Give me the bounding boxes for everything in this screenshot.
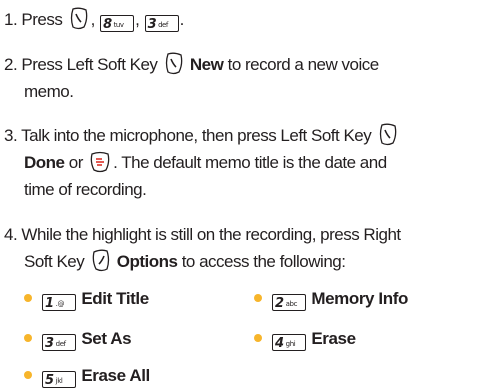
key-digit: 8: [103, 17, 112, 32]
option-erase-all: 5 jkl Erase All: [24, 362, 150, 389]
key-5-icon: 5 jkl: [42, 371, 76, 388]
option-erase: 4 ghi Erase: [254, 325, 356, 352]
manual-page: 1. Press , 8 tuv, 3 def. 2. Press Left Sof…: [0, 0, 479, 391]
step-1: 1. Press , 8 tuv, 3 def.: [4, 6, 474, 33]
step-text: to access the following:: [181, 252, 346, 271]
key-3-icon: 3 def: [144, 15, 179, 32]
step-line: Soft Key Options to access the following…: [4, 248, 474, 275]
option-label: Erase All: [81, 366, 150, 385]
right-soft-key-icon: [92, 249, 109, 272]
step-text: to record a new voice: [227, 55, 380, 74]
step-text: or: [68, 153, 84, 172]
key-3-icon: 3 def: [42, 334, 76, 351]
option-label: Set As: [81, 329, 132, 348]
key-letters: .@: [55, 300, 65, 308]
left-soft-key-icon: [165, 52, 182, 75]
key-letters: ghi: [285, 340, 296, 348]
end-key-icon: [90, 151, 110, 173]
step-text: Soft Key: [24, 252, 85, 271]
step-number: 1.: [4, 10, 18, 29]
period: .: [179, 10, 185, 29]
step-number: 4.: [4, 225, 18, 244]
soft-key-label-options: Options: [116, 252, 178, 271]
step-text: Press Left Soft Key: [21, 55, 158, 74]
comma: ,: [90, 10, 96, 29]
bullet-icon: [24, 294, 32, 302]
step-4: 4. While the highlight is still on the r…: [4, 221, 474, 275]
key-letters: tuv: [113, 21, 124, 29]
option-edit-title: 1 .@ Edit Title: [24, 285, 149, 312]
option-set-as: 3 def Set As: [24, 325, 132, 352]
comma: ,: [135, 10, 140, 29]
step-text: time of recording.: [24, 180, 147, 199]
bullet-icon: [254, 334, 262, 342]
key-digit: 3: [45, 336, 54, 351]
option-memory-info: 2 abc Memory Info: [254, 285, 408, 312]
key-letters: def: [158, 21, 168, 29]
step-2: 2. Press Left Soft Key New to record a n…: [4, 51, 474, 105]
soft-key-label-new: New: [189, 55, 224, 74]
step-line: Done or . The default memo title is the …: [4, 149, 474, 176]
key-4-icon: 4 ghi: [272, 334, 306, 351]
left-soft-key-icon: [70, 7, 87, 30]
left-soft-key-icon: [379, 123, 396, 146]
key-letters: def: [55, 340, 66, 348]
step-text: Press: [21, 10, 63, 29]
key-digit: 1: [45, 296, 54, 311]
key-2-icon: 2 abc: [272, 294, 306, 311]
step-text: . The default memo title is the date and: [113, 153, 387, 172]
key-letters: jkl: [55, 377, 63, 385]
key-digit: 3: [147, 17, 157, 32]
key-digit: 2: [275, 296, 284, 311]
key-digit: 5: [45, 373, 54, 388]
bullet-icon: [254, 294, 262, 302]
key-1-icon: 1 .@: [42, 294, 76, 311]
soft-key-label-done: Done: [24, 153, 65, 172]
option-label: Erase: [311, 329, 356, 348]
bullet-icon: [24, 334, 32, 342]
step-number: 2.: [4, 55, 18, 74]
option-label: Memory Info: [311, 289, 408, 308]
step-3: 3. Talk into the microphone, then press …: [4, 122, 474, 203]
key-letters: abc: [285, 300, 298, 308]
step-text: Talk into the microphone, then press Lef…: [21, 126, 372, 145]
step-text: While the highlight is still on the reco…: [21, 225, 401, 244]
step-text: memo.: [24, 82, 74, 101]
key-8-icon: 8 tuv: [100, 15, 135, 32]
option-label: Edit Title: [81, 289, 149, 308]
step-number: 3.: [4, 126, 18, 145]
bullet-icon: [24, 371, 32, 379]
key-digit: 4: [275, 336, 284, 351]
